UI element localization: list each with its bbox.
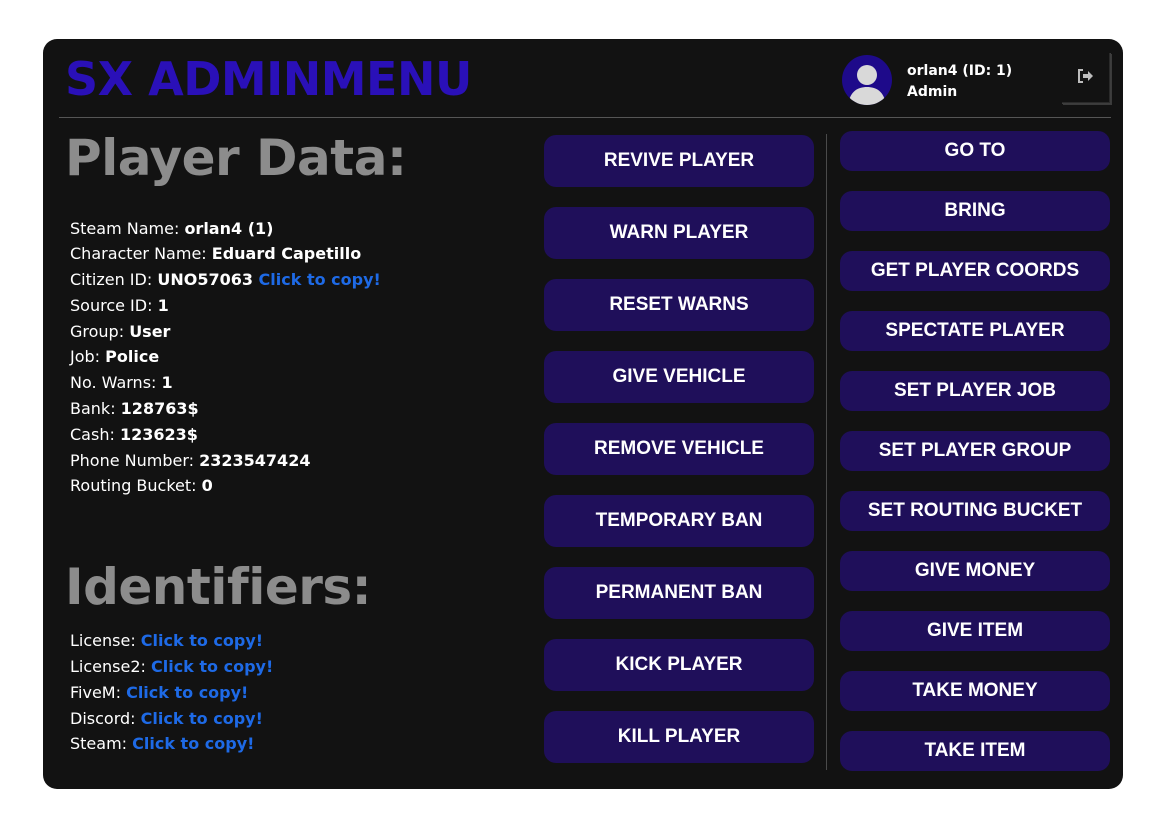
take-money-button[interactable]: TAKE MONEY [840, 671, 1110, 711]
steam-label: Steam: [70, 734, 133, 753]
citizen-id-label: Citizen ID: [70, 270, 158, 289]
get-player-coords-button[interactable]: GET PLAYER COORDS [840, 251, 1110, 291]
job-row: Job: Police [70, 347, 159, 367]
steam-row: Steam: Click to copy! [70, 734, 254, 754]
cash-label: Cash: [70, 425, 120, 444]
phone-number-label: Phone Number: [70, 451, 200, 470]
license2-copy-link[interactable]: Click to copy! [151, 657, 273, 676]
warns-label: No. Warns: [70, 373, 162, 392]
reset-warns-button[interactable]: RESET WARNS [544, 279, 814, 331]
give-money-button[interactable]: GIVE MONEY [840, 551, 1110, 591]
group-value: User [129, 322, 171, 341]
character-name-value: Eduard Capetillo [211, 244, 362, 263]
phone-number-value: 2323547424 [199, 451, 311, 470]
discord-label: Discord: [70, 709, 141, 728]
set-routing-bucket-button[interactable]: SET ROUTING BUCKET [840, 491, 1110, 531]
player-data-heading: Player Data: [65, 129, 407, 187]
citizen-id-value: UNO57063 [157, 270, 259, 289]
source-id-row: Source ID: 1 [70, 296, 169, 316]
logout-button[interactable] [1062, 53, 1111, 104]
bank-row: Bank: 128763$ [70, 399, 199, 419]
fivem-row: FiveM: Click to copy! [70, 683, 248, 703]
character-name-row: Character Name: Eduard Capetillo [70, 244, 361, 264]
user-name: orlan4 (ID: 1) [907, 63, 1013, 79]
bank-label: Bank: [70, 399, 121, 418]
source-id-value: 1 [157, 296, 169, 315]
warn-player-button[interactable]: WARN PLAYER [544, 207, 814, 259]
give-vehicle-button[interactable]: GIVE VEHICLE [544, 351, 814, 403]
temporary-ban-button[interactable]: TEMPORARY BAN [544, 495, 814, 547]
go-to-button[interactable]: GO TO [840, 131, 1110, 171]
job-value: Police [105, 347, 160, 366]
steam-copy-link[interactable]: Click to copy! [132, 734, 254, 753]
cash-row: Cash: 123623$ [70, 425, 198, 445]
set-player-group-button[interactable]: SET PLAYER GROUP [840, 431, 1110, 471]
bring-button[interactable]: BRING [840, 191, 1110, 231]
phone-number-row: Phone Number: 2323547424 [70, 451, 310, 471]
steam-name-label: Steam Name: [70, 219, 185, 238]
license2-label: License2: [70, 657, 151, 676]
discord-copy-link[interactable]: Click to copy! [141, 709, 263, 728]
citizen-id-copy-link[interactable]: Click to copy! [259, 270, 381, 289]
steam-name-row: Steam Name: orlan4 (1) [70, 219, 273, 239]
routing-bucket-value: 0 [201, 476, 213, 495]
kick-player-button[interactable]: KICK PLAYER [544, 639, 814, 691]
spectate-player-button[interactable]: SPECTATE PLAYER [840, 311, 1110, 351]
group-row: Group: User [70, 322, 170, 342]
user-role: Admin [907, 84, 958, 100]
permanent-ban-button[interactable]: PERMANENT BAN [544, 567, 814, 619]
character-name-label: Character Name: [70, 244, 212, 263]
license-row: License: Click to copy! [70, 631, 263, 651]
source-id-label: Source ID: [70, 296, 158, 315]
warns-row: No. Warns: 1 [70, 373, 173, 393]
warns-value: 1 [161, 373, 173, 392]
kill-player-button[interactable]: KILL PLAYER [544, 711, 814, 763]
routing-bucket-row: Routing Bucket: 0 [70, 476, 213, 496]
license2-row: License2: Click to copy! [70, 657, 273, 677]
app-title: SX ADMINMENU [65, 52, 472, 106]
logout-icon [1077, 68, 1095, 88]
column-divider [826, 134, 827, 770]
header-divider [59, 117, 1111, 118]
user-avatar-icon [842, 55, 892, 105]
remove-vehicle-button[interactable]: REMOVE VEHICLE [544, 423, 814, 475]
fivem-label: FiveM: [70, 683, 127, 702]
license-label: License: [70, 631, 141, 650]
cash-value: 123623$ [119, 425, 198, 444]
discord-row: Discord: Click to copy! [70, 709, 263, 729]
steam-name-value: orlan4 (1) [184, 219, 274, 238]
take-item-button[interactable]: TAKE ITEM [840, 731, 1110, 771]
admin-menu-panel: SX ADMINMENU orlan4 (ID: 1) Admin Player… [43, 39, 1123, 789]
license-copy-link[interactable]: Click to copy! [141, 631, 263, 650]
job-label: Job: [70, 347, 106, 366]
revive-player-button[interactable]: REVIVE PLAYER [544, 135, 814, 187]
identifiers-heading: Identifiers: [65, 558, 372, 616]
group-label: Group: [70, 322, 130, 341]
routing-bucket-label: Routing Bucket: [70, 476, 202, 495]
fivem-copy-link[interactable]: Click to copy! [126, 683, 248, 702]
bank-value: 128763$ [120, 399, 199, 418]
set-player-job-button[interactable]: SET PLAYER JOB [840, 371, 1110, 411]
give-item-button[interactable]: GIVE ITEM [840, 611, 1110, 651]
citizen-id-row: Citizen ID: UNO57063 Click to copy! [70, 270, 381, 290]
